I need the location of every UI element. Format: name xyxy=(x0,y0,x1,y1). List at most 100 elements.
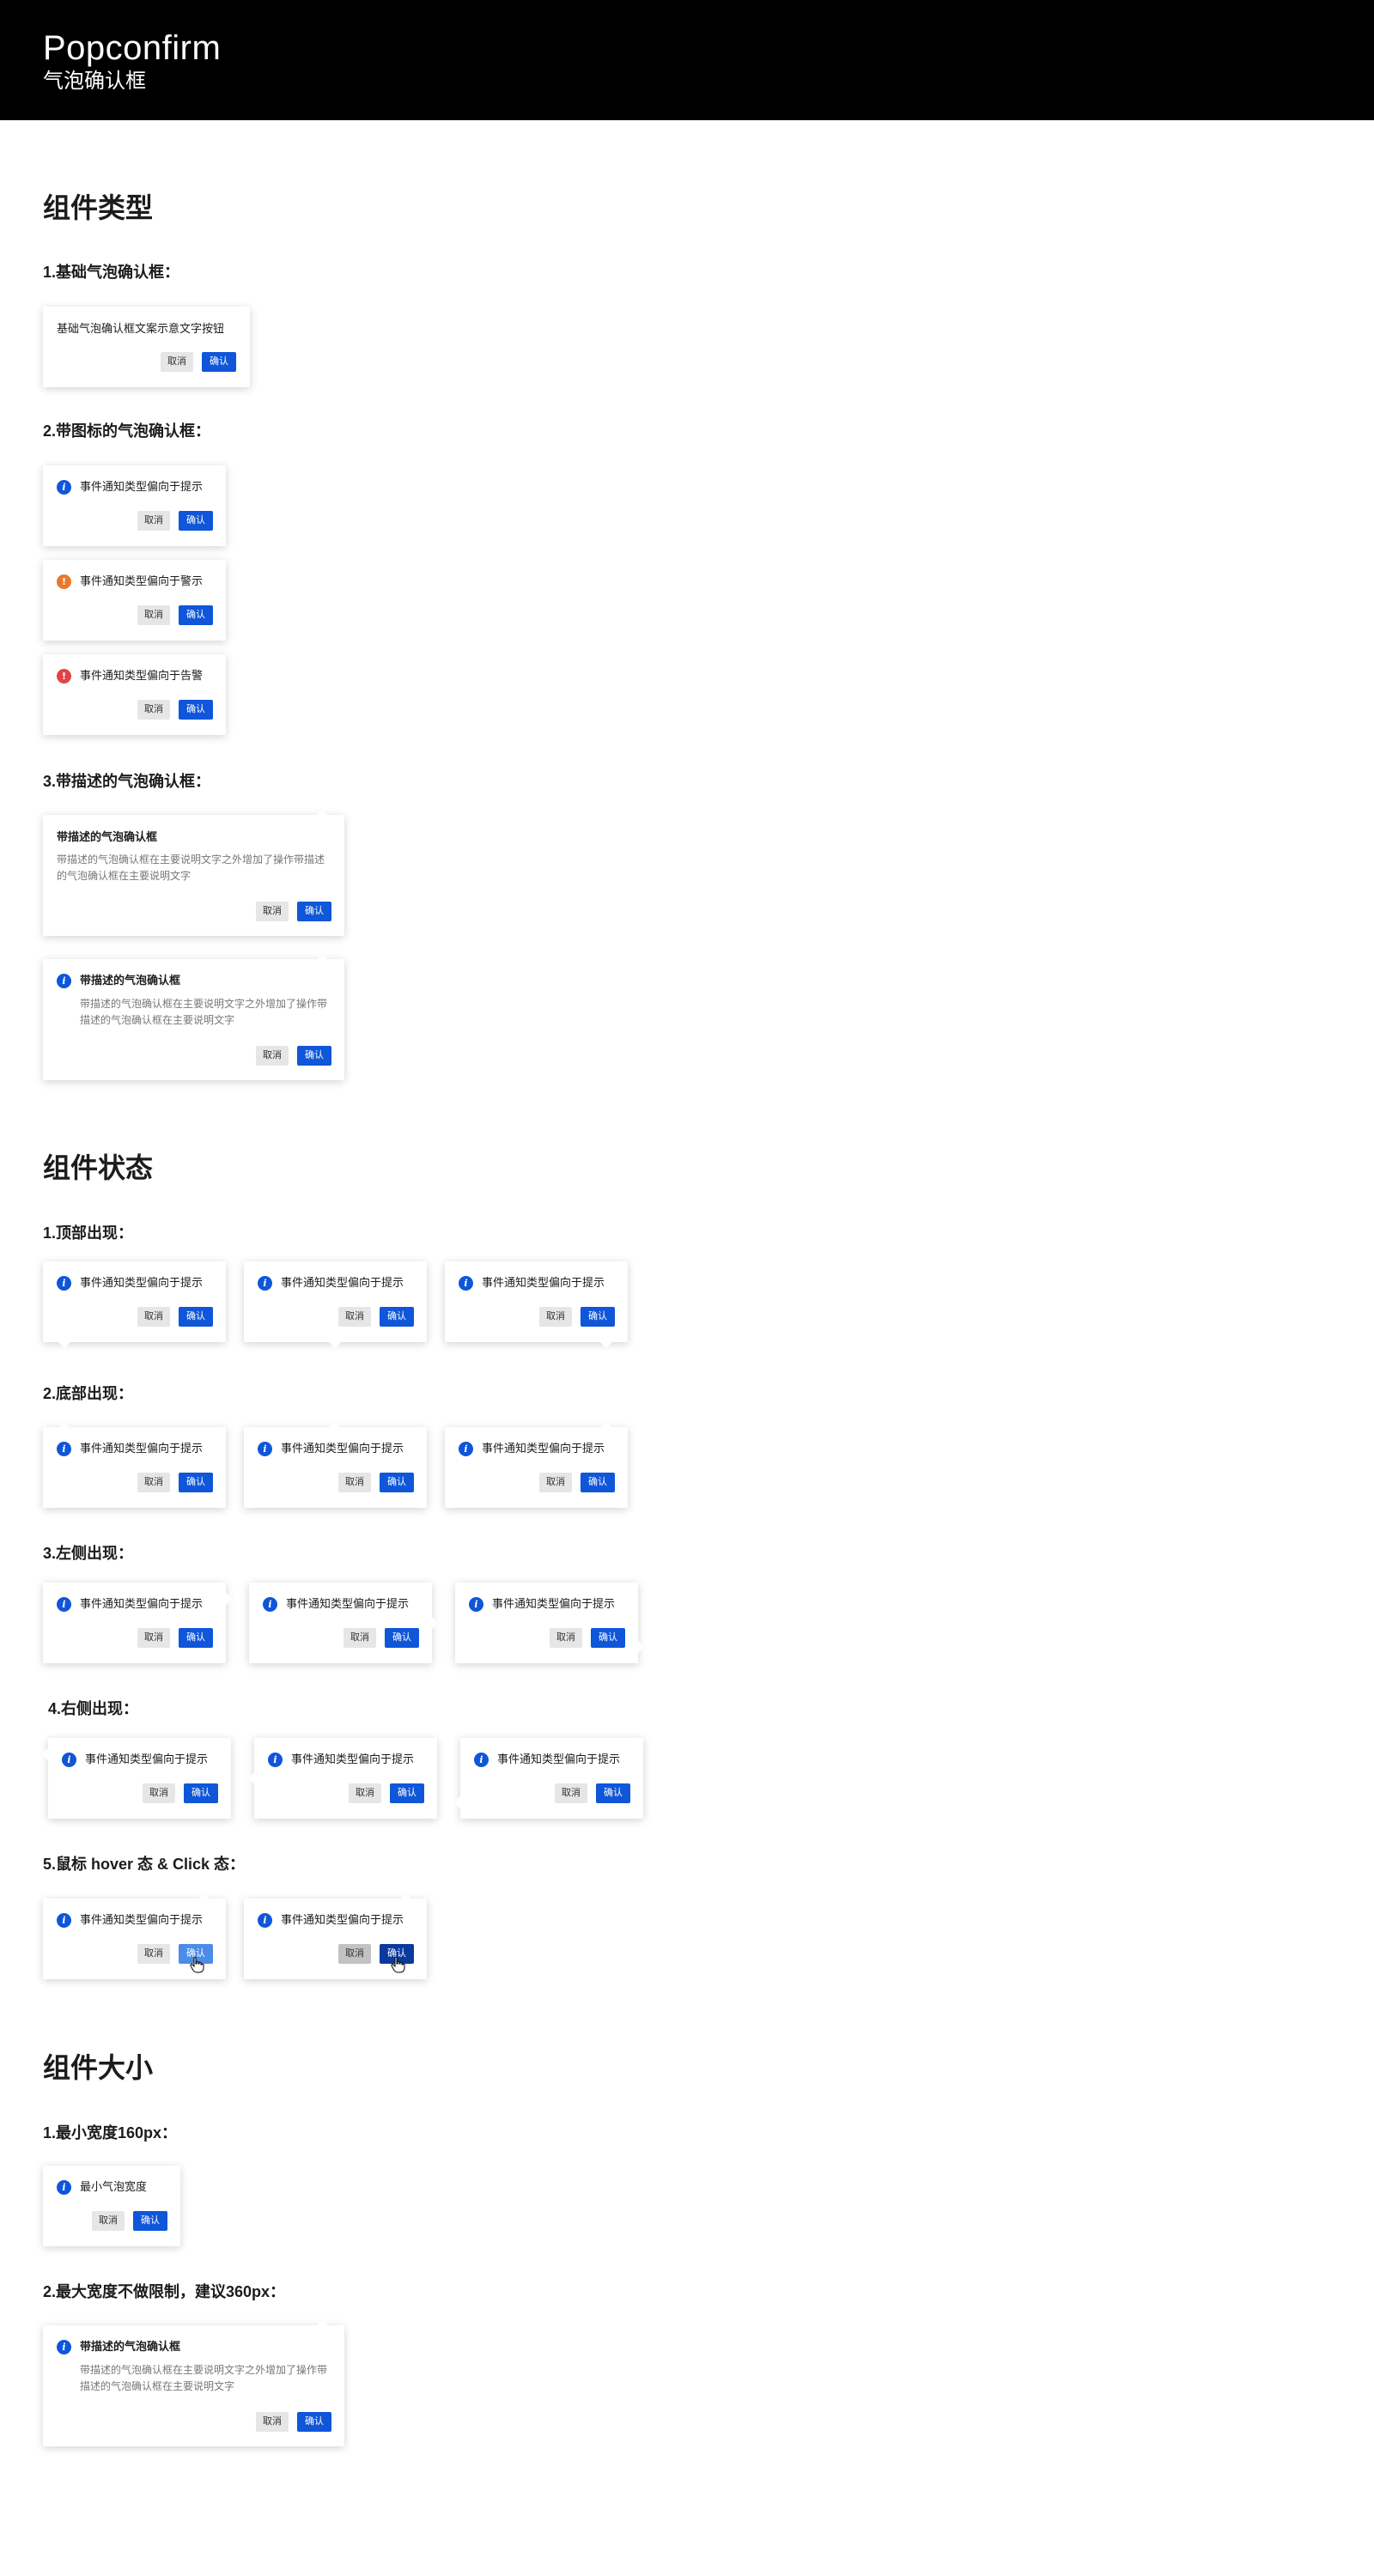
popconfirm-message: 最小气泡宽度 xyxy=(80,2180,148,2193)
info-icon: i xyxy=(57,1913,71,1928)
confirm-button[interactable]: 确认 xyxy=(385,1628,419,1648)
popconfirm-message: 事件通知类型偏向于告警 xyxy=(80,669,204,682)
info-icon: i xyxy=(263,1597,277,1612)
confirm-button[interactable]: 确认 xyxy=(297,1046,331,1066)
confirm-button[interactable]: 确认 xyxy=(596,1783,630,1803)
popconfirm-title: 带描述的气泡确认框 xyxy=(80,2340,181,2353)
popconfirm-arrow xyxy=(631,1640,645,1654)
cancel-button[interactable]: 取消 xyxy=(256,902,289,921)
warning-icon: ! xyxy=(57,574,71,589)
popconfirm-min-width: i 最小气泡宽度 取消 确认 xyxy=(43,2166,180,2246)
cancel-button[interactable]: 取消 xyxy=(555,1783,587,1803)
popconfirm-arrow xyxy=(425,1616,439,1630)
popconfirm-desc-line: 描述的气泡确认框在主要说明文字 xyxy=(80,1014,235,1026)
section-title-sizes: 组件大小 xyxy=(43,2052,154,2083)
confirm-button[interactable]: 确认 xyxy=(202,352,236,372)
popconfirm-right-bottom: i 事件通知类型偏向于提示 取消 确认 xyxy=(453,1738,643,1819)
popconfirm-max-width: i 带描述的气泡确认框 带描述的气泡确认框在主要说明文字之外增加了操作带 描述的… xyxy=(43,2319,344,2446)
confirm-button[interactable]: 确认 xyxy=(179,1628,213,1648)
cancel-button[interactable]: 取消 xyxy=(137,700,170,720)
confirm-button[interactable]: 确认 xyxy=(179,1473,213,1492)
basic-popconfirm: 基础气泡确认框文案示意文字按钮 取消 确认 xyxy=(43,307,250,387)
with-icon-label: 2.带图标的气泡确认框： xyxy=(43,422,211,440)
confirm-button[interactable]: 确认 xyxy=(133,2211,167,2231)
confirm-button[interactable]: 确认 xyxy=(380,1307,414,1327)
popconfirm-hover: i 事件通知类型偏向于提示 取消 确认 xyxy=(43,1893,226,1979)
popconfirm-arrow xyxy=(398,1893,412,1906)
cancel-button[interactable]: 取消 xyxy=(137,511,170,531)
confirm-button[interactable]: 确认 xyxy=(581,1473,615,1492)
popconfirm-top-right: i 事件通知类型偏向于提示 取消 确认 xyxy=(445,1261,628,1349)
cancel-button[interactable]: 取消 xyxy=(161,352,193,372)
popconfirm-desc-line: 带描述的气泡确认框在主要说明文字之外增加了操作带描述 xyxy=(57,854,325,866)
info-icon: i xyxy=(57,480,71,495)
popconfirm-desc-line: 带描述的气泡确认框在主要说明文字之外增加了操作带 xyxy=(80,998,328,1010)
cancel-button-click[interactable]: 取消 xyxy=(338,1944,371,1964)
cancel-button[interactable]: 取消 xyxy=(256,1046,289,1066)
cancel-button[interactable]: 取消 xyxy=(256,2412,289,2432)
popconfirm-message: 事件通知类型偏向于提示 xyxy=(80,1276,204,1289)
hover-click-label: 5.鼠标 hover 态 & Click 态： xyxy=(43,1856,246,1873)
confirm-button[interactable]: 确认 xyxy=(297,902,331,921)
confirm-button[interactable]: 确认 xyxy=(581,1307,615,1327)
popconfirm-arrow xyxy=(315,809,329,823)
cancel-button[interactable]: 取消 xyxy=(550,1628,582,1648)
popconfirm-arrow xyxy=(328,1421,342,1435)
section-title-states: 组件状态 xyxy=(43,1152,154,1183)
info-icon: i xyxy=(469,1597,483,1612)
popconfirm-right: i 事件通知类型偏向于提示 取消 确认 xyxy=(247,1738,437,1819)
popconfirm-message: 事件通知类型偏向于提示 xyxy=(291,1753,415,1765)
popconfirm-message: 事件通知类型偏向于提示 xyxy=(80,1597,204,1610)
with-desc-label: 3.带描述的气泡确认框： xyxy=(43,773,211,790)
cancel-button[interactable]: 取消 xyxy=(338,1473,371,1492)
confirm-button[interactable]: 确认 xyxy=(184,1783,218,1803)
popconfirm-title: 带描述的气泡确认框 xyxy=(57,830,158,843)
cancel-button[interactable]: 取消 xyxy=(137,605,170,625)
cancel-button[interactable]: 取消 xyxy=(137,1473,170,1492)
confirm-button[interactable]: 确认 xyxy=(179,700,213,720)
page-title: Popconfirm xyxy=(43,29,222,67)
info-icon: i xyxy=(474,1753,489,1767)
popconfirm-message: 事件通知类型偏向于提示 xyxy=(497,1753,621,1765)
confirm-button[interactable]: 确认 xyxy=(179,511,213,531)
popconfirm-message: 事件通知类型偏向于提示 xyxy=(482,1276,605,1289)
popconfirm-message: 基础气泡确认框文案示意文字按钮 xyxy=(57,322,225,335)
info-icon: i xyxy=(459,1442,473,1456)
desc-popconfirm: 带描述的气泡确认框 带描述的气泡确认框在主要说明文字之外增加了操作带描述 的气泡… xyxy=(43,809,344,936)
confirm-button[interactable]: 确认 xyxy=(591,1628,625,1648)
popconfirm-message: 事件通知类型偏向于提示 xyxy=(281,1276,404,1289)
confirm-button[interactable]: 确认 xyxy=(390,1783,424,1803)
info-icon: i xyxy=(258,1276,272,1291)
cancel-button[interactable]: 取消 xyxy=(344,1628,376,1648)
confirm-button[interactable]: 确认 xyxy=(179,1307,213,1327)
cancel-button[interactable]: 取消 xyxy=(349,1783,381,1803)
cancel-button[interactable]: 取消 xyxy=(539,1307,572,1327)
cancel-button[interactable]: 取消 xyxy=(539,1473,572,1492)
info-icon: i xyxy=(268,1753,283,1767)
cancel-button[interactable]: 取消 xyxy=(137,1944,170,1964)
cancel-button[interactable]: 取消 xyxy=(92,2211,125,2231)
cancel-button[interactable]: 取消 xyxy=(338,1307,371,1327)
info-icon: i xyxy=(62,1753,76,1767)
confirm-button[interactable]: 确认 xyxy=(179,605,213,625)
popconfirm-message: 事件通知类型偏向于提示 xyxy=(80,1442,204,1455)
cancel-button[interactable]: 取消 xyxy=(137,1628,170,1648)
info-icon: i xyxy=(57,1597,71,1612)
popconfirm-message: 事件通知类型偏向于提示 xyxy=(482,1442,605,1455)
popconfirm-arrow xyxy=(453,1795,467,1809)
popconfirm-top-left: i 事件通知类型偏向于提示 取消 确认 xyxy=(43,1261,226,1349)
popconfirm-arrow xyxy=(315,953,329,967)
popconfirm-arrow xyxy=(41,1747,55,1761)
popconfirm-desc-line: 的气泡确认框在主要说明文字 xyxy=(57,870,192,882)
popconfirm-desc-line: 带描述的气泡确认框在主要说明文字之外增加了操作带 xyxy=(80,2364,328,2376)
warning-popconfirm: ! 事件通知类型偏向于警示 取消 确认 xyxy=(43,560,226,641)
popconfirm-left-top: i 事件通知类型偏向于提示 取消 确认 xyxy=(43,1583,233,1663)
cancel-button[interactable]: 取消 xyxy=(137,1307,170,1327)
popconfirm-arrow xyxy=(599,1335,613,1349)
confirm-button[interactable]: 确认 xyxy=(380,1473,414,1492)
popconfirm-desc-line: 描述的气泡确认框在主要说明文字 xyxy=(80,2380,235,2392)
confirm-button[interactable]: 确认 xyxy=(297,2412,331,2432)
info-icon: i xyxy=(57,1442,71,1456)
cancel-button[interactable]: 取消 xyxy=(143,1783,175,1803)
popconfirm-title: 带描述的气泡确认框 xyxy=(80,974,181,987)
